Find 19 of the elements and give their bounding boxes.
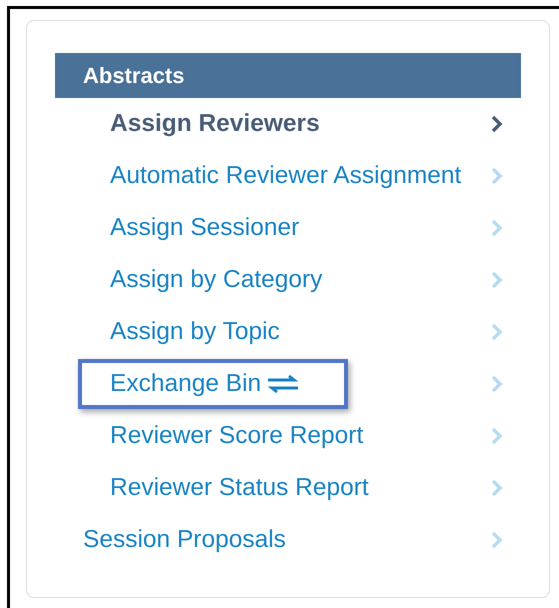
section-header: Abstracts [55, 53, 521, 98]
chevron-icon [491, 271, 503, 289]
menu-link[interactable]: Session Proposals [83, 522, 286, 558]
menu-link[interactable]: Assign by Topic [110, 314, 280, 350]
chevron-icon [491, 167, 503, 185]
menu-link[interactable]: Exchange Bin [78, 358, 348, 410]
chevron-icon [491, 427, 503, 445]
menu-link[interactable]: Reviewer Status Report [110, 470, 369, 506]
menu-link[interactable]: Assign Sessioner [110, 210, 300, 246]
menu-link[interactable]: Reviewer Score Report [110, 418, 364, 454]
menu-link[interactable]: Automatic Reviewer Assignment [110, 158, 462, 194]
chevron-icon [491, 531, 503, 549]
chevron-icon [491, 219, 503, 237]
chevron-icon [491, 375, 503, 393]
chevron-icon [491, 323, 503, 341]
chevron-icon [491, 479, 503, 497]
menu-link[interactable]: Assign by Category [110, 262, 322, 298]
chevron-icon [491, 115, 503, 133]
menu-link[interactable]: Assign Reviewers [110, 106, 320, 142]
